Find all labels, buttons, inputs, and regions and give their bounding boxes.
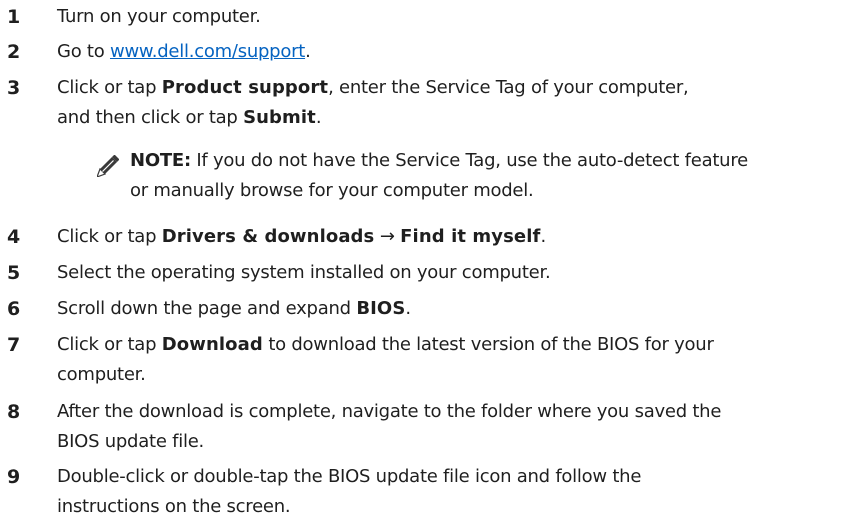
step-number: 9 bbox=[7, 466, 21, 488]
step-text: Select the operating system installed on… bbox=[57, 262, 551, 283]
dell-support-link[interactable]: www.dell.com/support bbox=[110, 41, 305, 62]
step-number: 4 bbox=[7, 226, 21, 248]
download-term: Download bbox=[161, 334, 263, 355]
pencil-note-icon bbox=[97, 155, 119, 177]
drivers-downloads-term: Drivers & downloads bbox=[161, 226, 375, 247]
step-text: After the download is complete, navigate… bbox=[57, 401, 722, 452]
step-text: Double-click or double-tap the BIOS upda… bbox=[57, 466, 642, 517]
note-label: NOTE: bbox=[130, 150, 191, 171]
product-support-term: Product support bbox=[161, 77, 329, 98]
step-text: Scroll down the page and expand BIOS. bbox=[57, 298, 411, 319]
step-number: 7 bbox=[7, 334, 21, 356]
step-number: 6 bbox=[7, 298, 21, 320]
step-text: Click or tap Drivers & downloads → Find … bbox=[57, 226, 546, 247]
note-text: NOTE: If you do not have the Service Tag… bbox=[130, 150, 748, 201]
step-number: 8 bbox=[7, 401, 21, 423]
step-number: 1 bbox=[7, 6, 21, 28]
step-text: Go to www.dell.com/support. bbox=[57, 41, 311, 62]
step-number: 2 bbox=[7, 41, 21, 63]
step-number: 5 bbox=[7, 262, 21, 284]
step-text: Turn on your computer. bbox=[57, 6, 261, 27]
submit-term: Submit bbox=[243, 107, 316, 128]
step-number: 3 bbox=[7, 77, 21, 99]
find-it-myself-term: Find it myself bbox=[400, 226, 541, 247]
bios-term: BIOS bbox=[356, 298, 406, 319]
step-text: Click or tap Product support, enter the … bbox=[57, 77, 689, 128]
step-text: Click or tap Download to download the la… bbox=[57, 334, 714, 385]
bios-update-instructions: 1 Turn on your computer. 2 Go to www.del… bbox=[0, 0, 862, 517]
